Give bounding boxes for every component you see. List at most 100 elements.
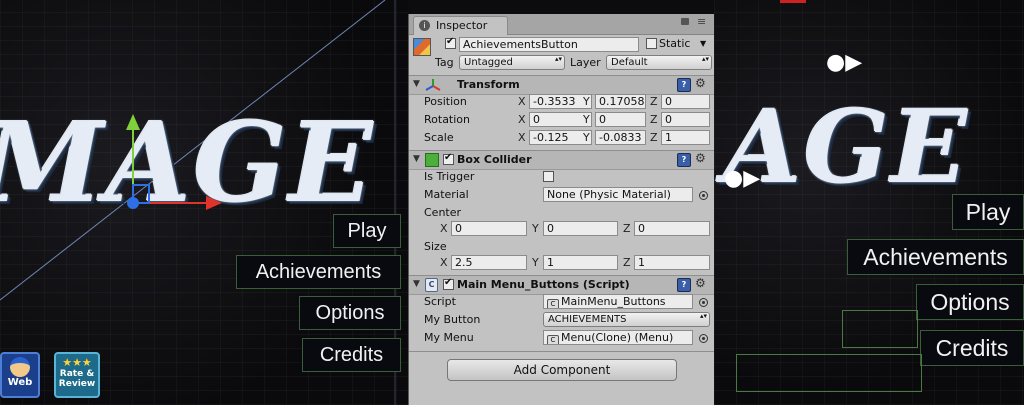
help-book-icon[interactable]: ? <box>677 153 691 167</box>
collapse-arrow-icon[interactable]: ▼ <box>413 154 420 164</box>
menu-button-play[interactable]: Play <box>333 214 401 248</box>
my-button-dropdown[interactable]: ACHIEVEMENTS <box>543 312 710 327</box>
material-field[interactable]: None (Physic Material) <box>543 187 693 202</box>
scene-view-left[interactable]: MAGE Play Achievements Options Credits W… <box>0 0 408 405</box>
active-checkbox[interactable] <box>445 36 456 49</box>
collider-outline <box>842 310 918 348</box>
menu-button-options[interactable]: Options <box>299 296 401 330</box>
layer-dropdown[interactable]: Default <box>606 55 712 70</box>
help-book-icon[interactable]: ? <box>677 78 691 92</box>
axis-z-label: Z <box>650 95 658 108</box>
tab-inspector[interactable]: i Inspector <box>413 16 509 35</box>
is-trigger-checkbox[interactable] <box>543 171 554 182</box>
object-picker-icon[interactable] <box>699 191 708 200</box>
menu-button-options[interactable]: Options <box>916 284 1024 320</box>
axis-y-label-text: Y <box>583 95 590 108</box>
menu-button-credits[interactable]: Credits <box>920 330 1024 366</box>
gear-icon[interactable]: ⚙ <box>695 76 706 90</box>
static-dropdown-icon[interactable]: ▼ <box>700 39 706 48</box>
web-badge[interactable]: Web <box>0 352 40 398</box>
axis-z-label: Z <box>623 222 631 235</box>
info-icon: i <box>419 20 430 31</box>
tag-label: Tag <box>435 56 454 69</box>
add-component-button[interactable]: Add Component <box>447 359 677 381</box>
axis-x-label: X <box>518 95 526 108</box>
size-x-field[interactable]: 2.5 <box>451 255 527 270</box>
tab-inspector-label: Inspector <box>436 19 488 32</box>
center-label-row: Center <box>409 205 715 222</box>
object-picker-icon[interactable] <box>699 298 708 307</box>
menu-button-credits[interactable]: Credits <box>302 338 401 372</box>
script-field[interactable]: C MainMenu_Buttons <box>543 294 693 309</box>
box-collider-enabled-checkbox[interactable] <box>443 152 454 165</box>
gear-icon[interactable]: ⚙ <box>695 151 706 165</box>
help-book-icon[interactable]: ? <box>677 278 691 292</box>
menu-button-achievements[interactable]: Achievements <box>236 255 401 289</box>
axis-z-label: Z <box>650 131 658 144</box>
object-picker-icon[interactable] <box>699 334 708 343</box>
axis-z-label: Z <box>623 256 631 269</box>
size-y-field[interactable]: 1 <box>543 255 618 270</box>
position-label: Position <box>424 95 467 108</box>
collapse-arrow-icon[interactable]: ▼ <box>413 79 420 89</box>
center-x-field[interactable]: 0 <box>451 221 527 236</box>
static-label: Static <box>659 37 691 50</box>
gameobject-icon <box>413 38 431 56</box>
box-collider-header[interactable]: ▼ Box Collider ? ⚙ <box>409 150 715 170</box>
game-logo: AGE <box>724 88 970 206</box>
object-name-field[interactable]: AchievementsButton <box>459 37 639 52</box>
my-button-label: My Button <box>424 313 481 326</box>
axis-x-label: X <box>518 113 526 126</box>
web-badge-label: Web <box>7 377 33 388</box>
rotation-y-field[interactable]: 0 <box>595 112 646 127</box>
center-z-field[interactable]: 0 <box>634 221 710 236</box>
inspector-tab-bar: i Inspector ≡ <box>409 14 715 35</box>
move-gizmo[interactable] <box>110 110 230 220</box>
static-checkbox[interactable] <box>646 38 657 49</box>
script-enabled-checkbox[interactable] <box>443 277 454 290</box>
collider-outline <box>736 354 922 392</box>
axis-x-label: X <box>440 222 448 235</box>
gear-icon[interactable]: ⚙ <box>695 276 706 290</box>
scale-label: Scale <box>424 131 454 144</box>
script-field-value: MainMenu_Buttons <box>561 295 666 308</box>
material-label: Material <box>424 188 469 201</box>
menu-button-play[interactable]: Play <box>952 194 1024 230</box>
stars-icon: ★★★ <box>62 356 92 369</box>
transform-header[interactable]: ▼ Transform ? ⚙ <box>409 75 715 95</box>
game-view-right[interactable]: AGE ●▶ ●▶ Play Achievements Options Cred… <box>714 0 1024 405</box>
rotation-z-field[interactable]: 0 <box>661 112 710 127</box>
size-row: X 2.5 Y 1 Z 1 <box>409 255 715 272</box>
collapse-arrow-icon[interactable]: ▼ <box>413 279 420 289</box>
axis-y-label: Y <box>532 256 539 269</box>
rate-review-label: Rate & Review <box>58 369 96 389</box>
rate-review-badge[interactable]: ★★★ Rate & Review <box>54 352 100 398</box>
center-label: Center <box>424 206 462 219</box>
script-label: Script <box>424 295 456 308</box>
scale-z-field[interactable]: 1 <box>661 130 710 145</box>
my-menu-label: My Menu <box>424 331 474 344</box>
axis-y-label: Y <box>583 113 590 126</box>
script-icon: C <box>425 278 438 292</box>
lock-icon[interactable] <box>681 18 689 25</box>
avatar-icon <box>10 357 30 377</box>
is-trigger-row: Is Trigger <box>409 169 715 186</box>
size-z-field[interactable]: 1 <box>634 255 710 270</box>
scale-row: Scale X -0.125 Y -0.0833 Z 1 <box>409 130 715 147</box>
tag-dropdown[interactable]: Untagged <box>459 55 565 70</box>
menu-button-achievements[interactable]: Achievements <box>847 239 1024 275</box>
my-menu-field[interactable]: C Menu(Clone) (Menu) <box>543 330 693 345</box>
center-y-field[interactable]: 0 <box>543 221 618 236</box>
script-file-icon: C <box>547 299 559 308</box>
axis-x-label: X <box>440 256 448 269</box>
center-row: X 0 Y 0 Z 0 <box>409 221 715 238</box>
box-collider-title: Box Collider <box>457 153 532 166</box>
position-y-field[interactable]: 0.17058 <box>595 94 646 109</box>
position-z-field[interactable]: 0 <box>661 94 710 109</box>
scale-y-field[interactable]: -0.0833 <box>595 130 646 145</box>
rotation-label: Rotation <box>424 113 471 126</box>
menu-icon[interactable]: ≡ <box>697 15 706 28</box>
size-label: Size <box>424 240 447 253</box>
script-component-header[interactable]: ▼ C Main Menu_Buttons (Script) ? ⚙ <box>409 275 715 295</box>
script-component-title: Main Menu_Buttons (Script) <box>457 278 630 291</box>
